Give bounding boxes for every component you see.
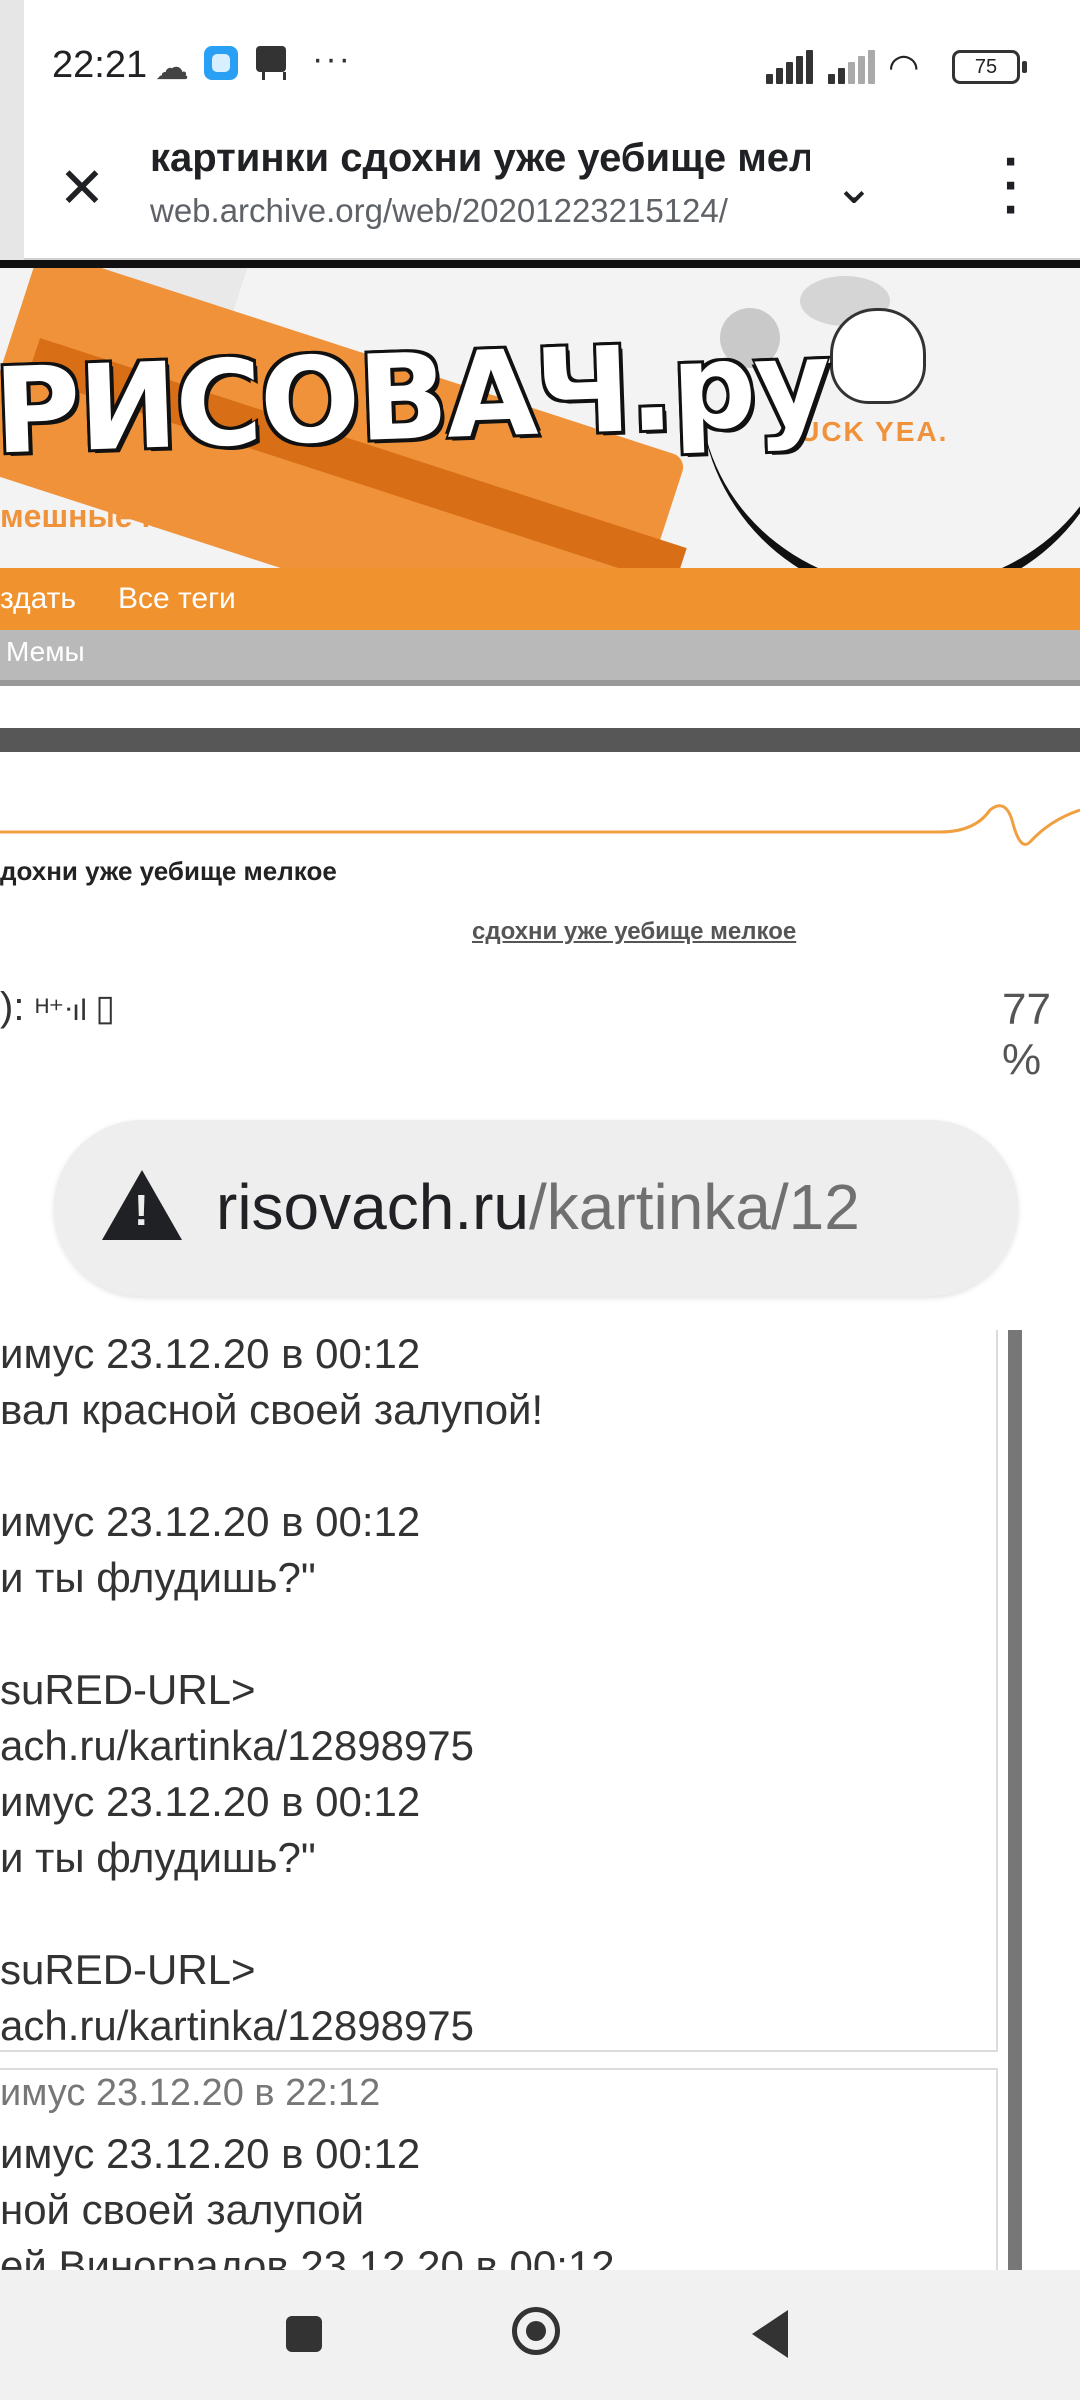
nav-create[interactable]: здать <box>0 582 76 616</box>
comments-area: имус 23.12.20 в 00:12 вал красной своей … <box>0 1330 1000 2290</box>
back-icon[interactable] <box>752 2310 788 2358</box>
comment-line: ach.ru/kartinka/12898975 <box>0 1722 474 1769</box>
comment-line: имус 23.12.20 в 00:12 <box>0 1778 421 1825</box>
comment-line: имус 23.12.20 в 00:12 <box>0 1498 421 1545</box>
title-link[interactable]: сдохни уже уебище мелкое <box>472 918 796 946</box>
divider-bar <box>0 728 1080 752</box>
comment-line: ной своей залупой <box>0 2186 365 2233</box>
page-title: картинки сдохни уже уебище мелкое <box>150 136 810 180</box>
battery-icon: 75 <box>952 50 1027 84</box>
custom-tab-toolbar: ✕ картинки сдохни уже уебище мелкое web.… <box>24 130 1080 261</box>
comment: имус 23.12.20 в 00:12 вал красной своей … <box>0 1330 998 2052</box>
sub-nav: Мемы <box>0 630 1080 686</box>
warning-icon <box>102 1170 182 1240</box>
nav-all-tags[interactable]: Все теги <box>118 582 236 616</box>
recents-icon[interactable] <box>286 2316 322 2352</box>
cloud-icon: ☁ <box>155 49 189 87</box>
site-banner[interactable]: FUCK YEA. РИСОВАЧ.ру мешные комиксы <box>0 260 1080 570</box>
comment-line: suRED-URL> <box>0 1946 256 1993</box>
nav-memes[interactable]: Мемы <box>6 636 85 668</box>
right-rail <box>1008 1330 1022 2270</box>
comment-line: имус 23.12.20 в 00:12 <box>0 1330 421 1377</box>
status-bar: 22:21 ☁ ··· ◠ 75 <box>0 0 1080 130</box>
embedded-omnibox: risovach.ru/kartinka/12 <box>54 1120 1018 1296</box>
meme-face-icon <box>830 308 926 404</box>
more-options-icon[interactable]: · · · <box>992 136 1032 236</box>
comment-meta: имус 23.12.20 в 22:12 <box>0 2072 381 2114</box>
page-url[interactable]: web.archive.org/web/20201223215124/ <box>150 192 810 230</box>
site-logo: РИСОВАЧ.ру <box>0 313 832 481</box>
comment: имус 23.12.20 в 22:12 имус 23.12.20 в 00… <box>0 2068 998 2290</box>
comment-line: ach.ru/kartinka/12898975 <box>0 2002 474 2049</box>
signal-icon <box>766 48 818 84</box>
wifi-icon: ◠ <box>888 46 920 87</box>
embedded-status-bar: ): ᴴ⁺ᐧıl ▯ 77 % <box>0 985 1080 1084</box>
site-slogan: мешные комиксы <box>0 498 281 534</box>
chevron-down-icon[interactable]: ⌄ <box>824 158 884 218</box>
page-heading: дохни уже уебище мелкое <box>0 856 337 886</box>
left-edge <box>0 0 24 260</box>
embedded-battery-text: 77 % <box>1002 985 1051 1084</box>
comment-line: suRED-URL> <box>0 1666 256 1713</box>
home-icon[interactable] <box>512 2307 560 2355</box>
embedded-url: risovach.ru/kartinka/12 <box>216 1171 860 1243</box>
status-time: 22:21 <box>52 44 148 86</box>
comment-line: и ты флудишь?" <box>0 1554 316 1601</box>
comment-line: имус 23.12.20 в 00:12 <box>0 2130 421 2177</box>
app-notification-icon <box>204 46 238 80</box>
signal-icon-2 <box>828 48 880 84</box>
close-icon[interactable]: ✕ <box>50 156 114 220</box>
cast-icon <box>256 46 286 80</box>
comment-line: и ты флудишь?" <box>0 1834 316 1881</box>
comment-line: вал красной своей залупой! <box>0 1386 544 1433</box>
more-notifications-icon: ··· <box>312 40 352 78</box>
main-nav: здать Все теги <box>0 568 1080 630</box>
embedded-status-left: ): ᴴ⁺ᐧıl ▯ <box>0 985 116 1029</box>
system-nav-bar <box>0 2270 1080 2400</box>
